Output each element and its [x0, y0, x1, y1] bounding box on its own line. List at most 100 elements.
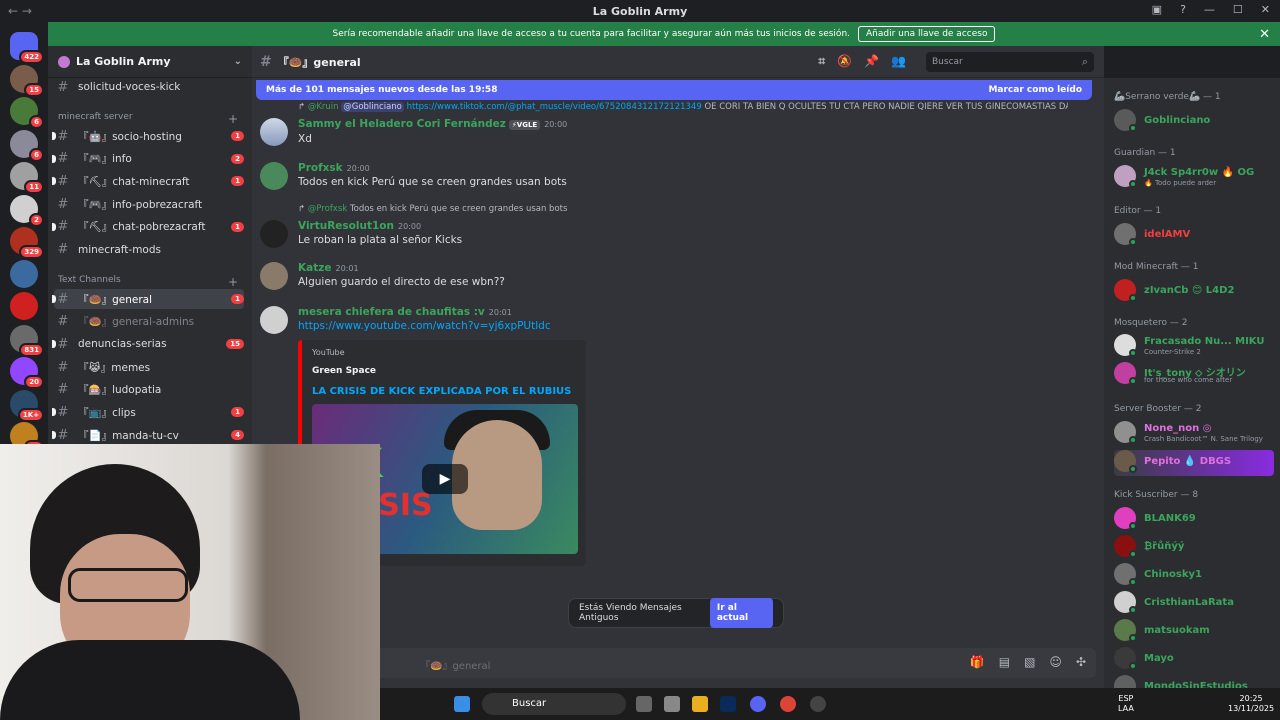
message-input[interactable]: 『🍩』general 🎁 ▤ ▧ ☺ ✣ [260, 648, 1096, 678]
app-icon[interactable] [664, 696, 680, 712]
apps-icon[interactable]: ✣ [1076, 655, 1086, 669]
channel-item[interactable]: # 『🎮』info 2 [52, 149, 244, 169]
member-item[interactable]: None_non ◎ Crash Bandicoot™ N. Sane Trilo… [1114, 421, 1274, 447]
server-icon[interactable] [10, 259, 38, 288]
channel-item[interactable]: # 『🍩』general-admins [54, 311, 244, 331]
add-channel-icon[interactable]: + [228, 112, 238, 126]
member-item[interactable]: matsuokam [1114, 619, 1274, 645]
channel-item[interactable]: # minecraft-mods [54, 240, 244, 260]
member-item[interactable]: idelAMV [1114, 223, 1274, 249]
sticker-icon[interactable]: ▧ [1024, 655, 1035, 669]
taskbar-search[interactable]: Buscar [482, 693, 626, 715]
member-name: None_non ◎ [1144, 423, 1212, 434]
threads-icon[interactable]: ⌗ [818, 54, 825, 69]
jump-present-button[interactable]: Ir al actual [709, 598, 773, 628]
reply-user: @Kruin [307, 102, 339, 112]
channel-category[interactable]: minecraft server + [58, 112, 238, 126]
obs-icon[interactable] [810, 696, 826, 712]
maximize-icon[interactable]: ☐ [1233, 3, 1243, 16]
photoshop-icon[interactable] [720, 696, 736, 712]
member-item[interactable]: Goblinciano [1114, 109, 1274, 135]
member-item[interactable]: ₿ȑůňýý [1114, 535, 1274, 561]
language-indicator[interactable]: ESP LAA [1118, 694, 1134, 714]
channel-item[interactable]: # 『😹』memes [54, 357, 244, 377]
header-icons: ⌗ 🔕 📌 👥 [818, 54, 906, 69]
message: ↱ @Kruin @Goblinciano https://www.tiktok… [260, 102, 1068, 148]
username[interactable]: Katze 20:01 [298, 262, 359, 274]
member-item[interactable]: Fracasado Nu... MIKU Counter-Strike 2 [1114, 334, 1274, 360]
channel-item[interactable]: # denuncias-serias 15 [52, 334, 244, 354]
notifications-icon[interactable]: 🔕 [837, 54, 852, 69]
member-item[interactable]: J4ck Sp4rr0w 🔥 OG 🔥 Todo puede arder [1114, 165, 1274, 191]
server-icon[interactable]: 2 [10, 194, 44, 227]
member-item[interactable]: It's_tony ⬦ シオリン for those who come after [1114, 362, 1274, 388]
taskview-icon[interactable] [636, 696, 652, 712]
emoji-icon[interactable]: ☺ [1049, 655, 1062, 669]
server-icon[interactable]: 831 [10, 324, 44, 357]
reply-preview[interactable]: ↱ @Profxsk Todos en kick Perú que se cre… [298, 204, 1068, 214]
channel-item[interactable]: # 『📺』clips 1 [52, 402, 244, 422]
channel-item[interactable]: # 『⛏』chat-minecraft 1 [52, 171, 244, 191]
channel-item[interactable]: # 『🤖』socio-hosting 1 [52, 126, 244, 146]
start-icon[interactable] [454, 696, 470, 712]
add-channel-icon[interactable]: + [228, 275, 238, 289]
channel-item[interactable]: # 『📄』manda-tu-cv 4 [52, 425, 244, 445]
avatar[interactable] [260, 162, 288, 190]
channel-category[interactable]: Text Channels + [58, 275, 238, 289]
server-icon[interactable]: 422 [10, 32, 44, 64]
pin-icon[interactable]: 📌 [864, 54, 879, 69]
server-icon[interactable]: 329 [10, 227, 44, 259]
member-item[interactable]: Pepito 💧 DBGS [1114, 450, 1274, 476]
avatar[interactable] [260, 262, 288, 290]
embed-title[interactable]: LA CRISIS DE KICK EXPLICADA POR EL RUBIU… [312, 386, 571, 397]
username[interactable]: Sammy el Heladero Cori Fernández ⚡VGLE 20:… [298, 118, 567, 130]
server-icon[interactable]: 11 [10, 162, 44, 194]
close-icon[interactable]: ✕ [1261, 3, 1270, 16]
play-icon[interactable]: ▶ [422, 464, 468, 494]
channel-item[interactable]: # 『🎰』ludopatia [54, 379, 244, 399]
chevron-down-icon[interactable]: ⌄ [234, 56, 242, 67]
server-icon[interactable]: 1K+ [10, 389, 44, 422]
server-icon[interactable] [10, 292, 38, 320]
reply-preview[interactable]: ↱ @Kruin @Goblinciano https://www.tiktok… [298, 102, 1068, 112]
explorer-icon[interactable] [692, 696, 708, 712]
server-icon[interactable]: 15 [10, 64, 44, 97]
banner-close-icon[interactable]: ✕ [1259, 27, 1270, 42]
message-link[interactable]: https://www.youtube.com/watch?v=yj6xpPUt… [298, 320, 551, 332]
mark-read-button[interactable]: Marcar como leído [988, 85, 1082, 95]
timestamp: 20:00 [544, 120, 568, 129]
inbox-icon[interactable]: ▣ [1152, 3, 1162, 16]
member-item[interactable]: zIvanCb 😊 L4D2 [1114, 279, 1274, 305]
member-item[interactable]: BLANK69 [1114, 507, 1274, 533]
username[interactable]: VirtuResolut1on 20:00 [298, 220, 421, 232]
chrome-icon[interactable] [780, 696, 796, 712]
add-passkey-button[interactable]: Añadir una llave de acceso [858, 26, 996, 42]
embed-author[interactable]: Green Space [312, 366, 376, 376]
server-icon[interactable]: 6 [10, 129, 44, 162]
member-item[interactable]: Chinosky1 [1114, 563, 1274, 589]
search-input[interactable]: Buscar ⌕ [926, 52, 1094, 72]
guild-header[interactable]: La Goblin Army ⌄ [48, 46, 252, 78]
minimize-icon[interactable]: — [1204, 3, 1215, 16]
gift-icon[interactable]: 🎁 [970, 655, 985, 669]
channel-item[interactable]: # 『🍩』general 1 [52, 289, 244, 309]
channel-item[interactable]: # 『⛏』chat-pobrezacraft 1 [52, 217, 244, 237]
clock[interactable]: 20:25 13/11/2025 [1228, 694, 1274, 714]
member-item[interactable]: CristhianLaRata [1114, 591, 1274, 617]
username[interactable]: Profxsk 20:00 [298, 162, 370, 174]
avatar[interactable] [260, 306, 288, 334]
help-icon[interactable]: ? [1180, 3, 1186, 16]
avatar[interactable] [260, 220, 288, 248]
unread-indicator [52, 340, 56, 348]
new-messages-bar[interactable]: Más de 101 mensajes nuevos desde las 19:… [256, 80, 1092, 100]
avatar[interactable] [260, 118, 288, 146]
channel-item[interactable]: # 『🎮』info-pobrezacraft [54, 194, 244, 214]
server-icon[interactable]: 6 [10, 97, 44, 129]
server-icon[interactable]: 20 [10, 357, 44, 389]
discord-icon[interactable] [750, 696, 766, 712]
member-item[interactable]: Mayo [1114, 647, 1274, 673]
username[interactable]: mesera chiefera de chaufitas :v 20:01 [298, 306, 512, 318]
members-icon[interactable]: 👥 [891, 54, 906, 69]
gif-icon[interactable]: ▤ [999, 655, 1010, 669]
channel-item[interactable]: # solicitud-voces-kick [54, 77, 244, 97]
